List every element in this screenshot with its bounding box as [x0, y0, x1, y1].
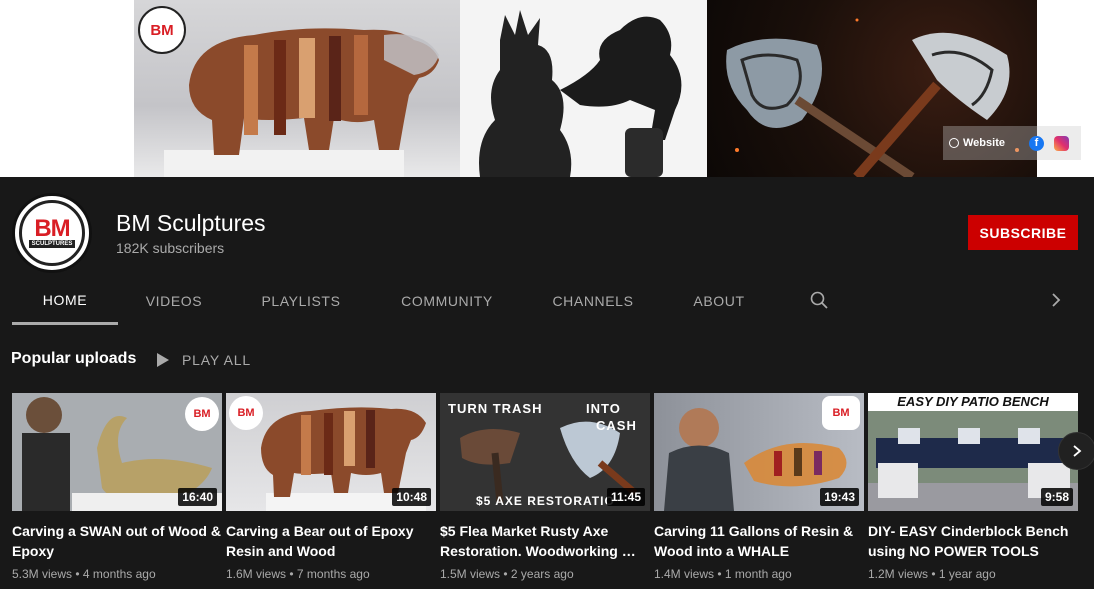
tab-videos[interactable]: VIDEOS	[124, 277, 224, 325]
video-duration: 19:43	[820, 488, 859, 506]
video-card[interactable]: EASY DIY PATIO BENCH 9:58 DIY- EASY Cind…	[868, 393, 1078, 581]
website-link-label: Website	[963, 137, 1005, 149]
play-all-label: PLAY ALL	[182, 352, 251, 368]
avatar-logo-text: BM	[34, 215, 70, 242]
video-thumbnail[interactable]: EASY DIY PATIO BENCH 9:58	[868, 393, 1078, 511]
video-duration: 16:40	[178, 488, 217, 506]
play-all-button[interactable]: PLAY ALL	[157, 349, 251, 371]
channel-watermark: BM	[822, 396, 860, 430]
video-metadata: 1.5M views • 2 years ago	[440, 567, 574, 581]
video-thumbnail[interactable]: BM 19:43	[654, 393, 864, 511]
channel-watermark: BM	[185, 397, 219, 431]
banner-logo-badge: BM	[138, 6, 186, 54]
tab-channels[interactable]: CHANNELS	[536, 277, 650, 325]
video-thumbnail[interactable]: BM 10:48	[226, 393, 436, 511]
tab-about[interactable]: ABOUT	[678, 277, 760, 325]
home-content: Popular uploads PLAY ALL BM 16:40 Carvin…	[0, 325, 1094, 589]
subscriber-count: 182K subscribers	[116, 240, 225, 256]
channel-avatar[interactable]: BM SCULPTURES	[12, 193, 92, 273]
play-icon	[157, 353, 169, 367]
channel-tabs: HOME VIDEOS PLAYLISTS COMMUNITY CHANNELS…	[12, 277, 1094, 325]
shelf-title[interactable]: Popular uploads	[11, 350, 136, 368]
search-icon[interactable]	[810, 291, 828, 309]
video-title[interactable]: Carving 11 Gallons of Resin & Wood into …	[654, 521, 864, 561]
video-duration: 11:45	[606, 488, 645, 506]
banner-image: BM	[134, 0, 1037, 177]
channel-banner: BM Website f	[0, 0, 1094, 177]
video-title[interactable]: Carving a Bear out of Epoxy Resin and Wo…	[226, 521, 436, 561]
video-age: 4 months ago	[82, 567, 156, 581]
video-age: 7 months ago	[296, 567, 370, 581]
video-thumbnail[interactable]: TURN TRASH INTO CASH $5 AXE RESTORATIO 1…	[440, 393, 650, 511]
tab-playlists[interactable]: PLAYLISTS	[244, 277, 358, 325]
video-metadata: 1.6M views • 7 months ago	[226, 567, 370, 581]
avatar-logo: BM SCULPTURES	[19, 200, 85, 266]
video-views: 5.3M views	[12, 567, 73, 581]
video-title[interactable]: Carving a SWAN out of Wood & Epoxy	[12, 521, 222, 561]
video-card[interactable]: BM 19:43 Carving 11 Gallons of Resin & W…	[654, 393, 864, 581]
video-age: 1 year ago	[938, 567, 996, 581]
thumbnail-overlay-text: EASY DIY PATIO BENCH	[868, 393, 1078, 411]
tab-home[interactable]: HOME	[12, 277, 118, 325]
tab-community[interactable]: COMMUNITY	[386, 277, 508, 325]
chevron-right-icon	[1073, 445, 1082, 457]
channel-watermark: BM	[229, 396, 263, 430]
video-views: 1.5M views	[440, 567, 501, 581]
channel-header: BM SCULPTURES BM Sculptures 182K subscri…	[0, 177, 1094, 325]
instagram-icon[interactable]	[1053, 135, 1069, 151]
video-metadata: 5.3M views • 4 months ago	[12, 567, 156, 581]
globe-icon	[949, 138, 959, 148]
thumbnail-overlay-text: INTO	[586, 401, 621, 416]
video-metadata: 1.2M views • 1 year ago	[868, 567, 996, 581]
video-age: 1 month ago	[724, 567, 792, 581]
video-duration: 10:48	[392, 488, 431, 506]
video-views: 1.6M views	[226, 567, 287, 581]
avatar-logo-subtext: SCULPTURES	[28, 240, 76, 248]
video-views: 1.4M views	[654, 567, 715, 581]
thumbnail-overlay-text: $5 AXE RESTORATIO	[476, 494, 615, 508]
video-title[interactable]: $5 Flea Market Rusty Axe Restoration. Wo…	[440, 521, 650, 561]
shelf-next-button[interactable]	[1058, 432, 1094, 470]
video-thumbnail[interactable]: BM 16:40	[12, 393, 222, 511]
banner-panel-statues	[460, 0, 707, 177]
banner-links: Website f	[943, 126, 1081, 160]
facebook-icon[interactable]: f	[1028, 135, 1044, 151]
video-duration: 9:58	[1040, 488, 1073, 506]
subscribe-button[interactable]: SUBSCRIBE	[968, 215, 1078, 250]
thumbnail-overlay-text: TURN TRASH	[448, 401, 543, 416]
video-metadata: 1.4M views • 1 month ago	[654, 567, 792, 581]
channel-name: BM Sculptures	[116, 210, 266, 236]
video-title[interactable]: DIY- EASY Cinderblock Bench using NO POW…	[868, 521, 1078, 561]
video-card[interactable]: TURN TRASH INTO CASH $5 AXE RESTORATIO 1…	[440, 393, 650, 581]
video-card[interactable]: BM 10:48 Carving a Bear out of Epoxy Res…	[226, 393, 436, 581]
video-age: 2 years ago	[510, 567, 574, 581]
banner-panel-bear: BM	[134, 0, 460, 177]
video-card[interactable]: BM 16:40 Carving a SWAN out of Wood & Ep…	[12, 393, 222, 581]
website-link[interactable]: Website	[949, 137, 1005, 149]
video-views: 1.2M views	[868, 567, 929, 581]
thumbnail-overlay-text: CASH	[596, 418, 637, 433]
tabs-scroll-right-icon[interactable]	[1047, 291, 1065, 309]
